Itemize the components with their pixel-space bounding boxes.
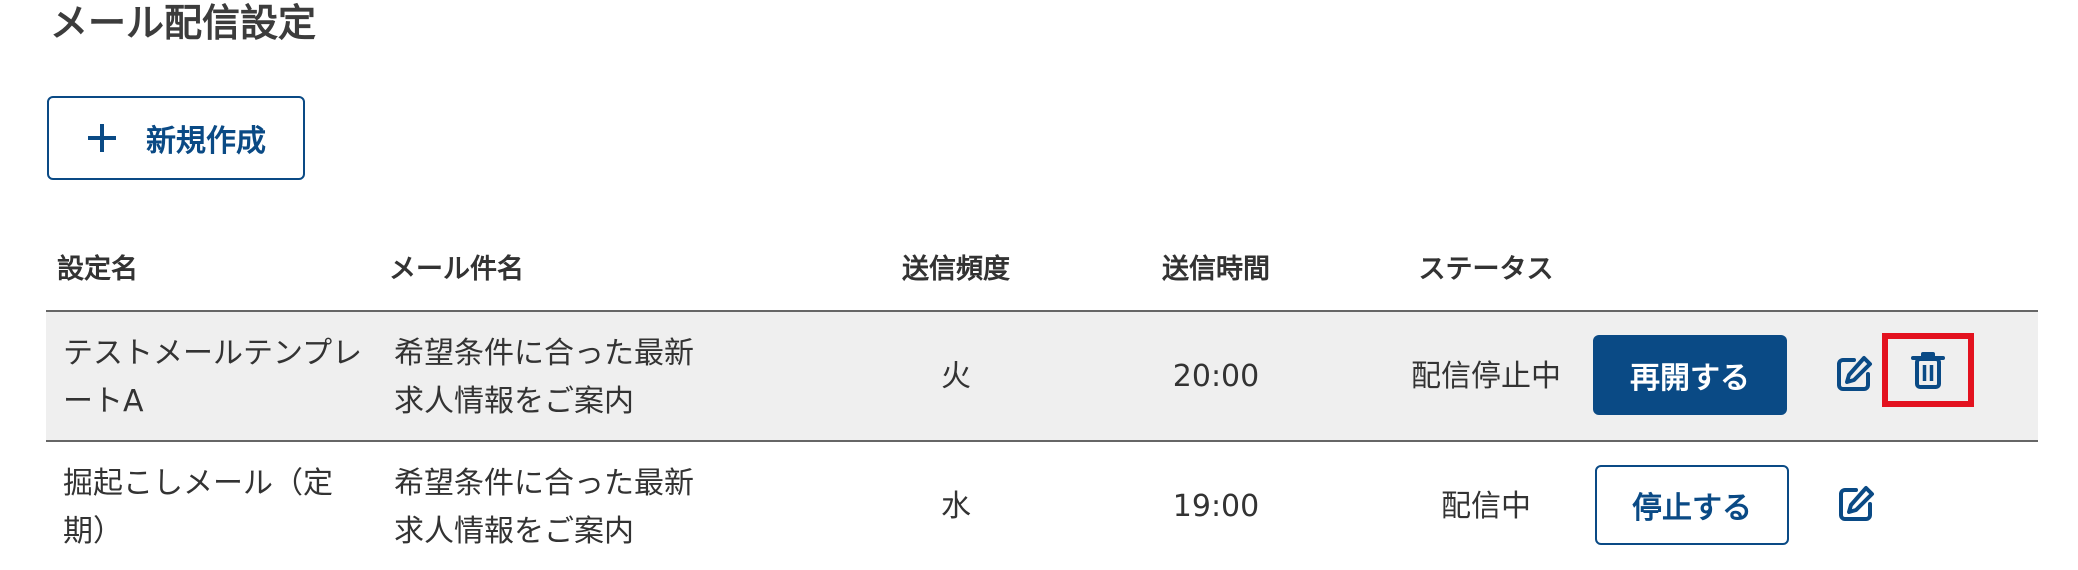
frequency: 水 bbox=[941, 489, 971, 524]
plus-icon bbox=[88, 124, 116, 152]
resume-button[interactable]: 再開する bbox=[1593, 335, 1787, 415]
header-send-time: 送信時間 bbox=[1162, 254, 1270, 285]
status-text: 配信停止中 bbox=[1411, 359, 1561, 394]
table-row: テストメールテンプレートA 希望条件に合った最新求人情報をご案内 火 20:00… bbox=[46, 310, 2038, 440]
mail-subject: 希望条件に合った最新求人情報をご案内 bbox=[394, 336, 694, 419]
stop-button[interactable]: 停止する bbox=[1595, 465, 1789, 545]
header-mail-subject: メール件名 bbox=[389, 254, 524, 285]
send-time: 20:00 bbox=[1172, 359, 1260, 394]
setting-name: 掘起こしメール（定期） bbox=[63, 466, 333, 549]
status-text: 配信中 bbox=[1441, 489, 1531, 524]
setting-name: テストメールテンプレートA bbox=[63, 336, 363, 419]
send-time: 19:00 bbox=[1172, 489, 1260, 524]
new-button-label: 新規作成 bbox=[146, 124, 266, 159]
pencil-square-icon[interactable] bbox=[1834, 482, 1878, 526]
header-setting-name: 設定名 bbox=[57, 254, 138, 285]
header-frequency: 送信頻度 bbox=[902, 254, 1010, 285]
page-title: メール配信設定 bbox=[50, 1, 317, 45]
delete-button[interactable] bbox=[1882, 333, 1974, 407]
table-row: 掘起こしメール（定期） 希望条件に合った最新求人情報をご案内 水 19:00 配… bbox=[46, 440, 2038, 570]
mail-subject: 希望条件に合った最新求人情報をご案内 bbox=[394, 466, 694, 549]
pencil-square-icon[interactable] bbox=[1832, 352, 1876, 396]
frequency: 火 bbox=[941, 359, 971, 394]
new-button[interactable]: 新規作成 bbox=[47, 96, 305, 180]
header-status: ステータス bbox=[1418, 254, 1554, 285]
table-header: 設定名 メール件名 送信頻度 送信時間 ステータス bbox=[46, 240, 2038, 310]
trash-icon bbox=[1911, 352, 1945, 389]
